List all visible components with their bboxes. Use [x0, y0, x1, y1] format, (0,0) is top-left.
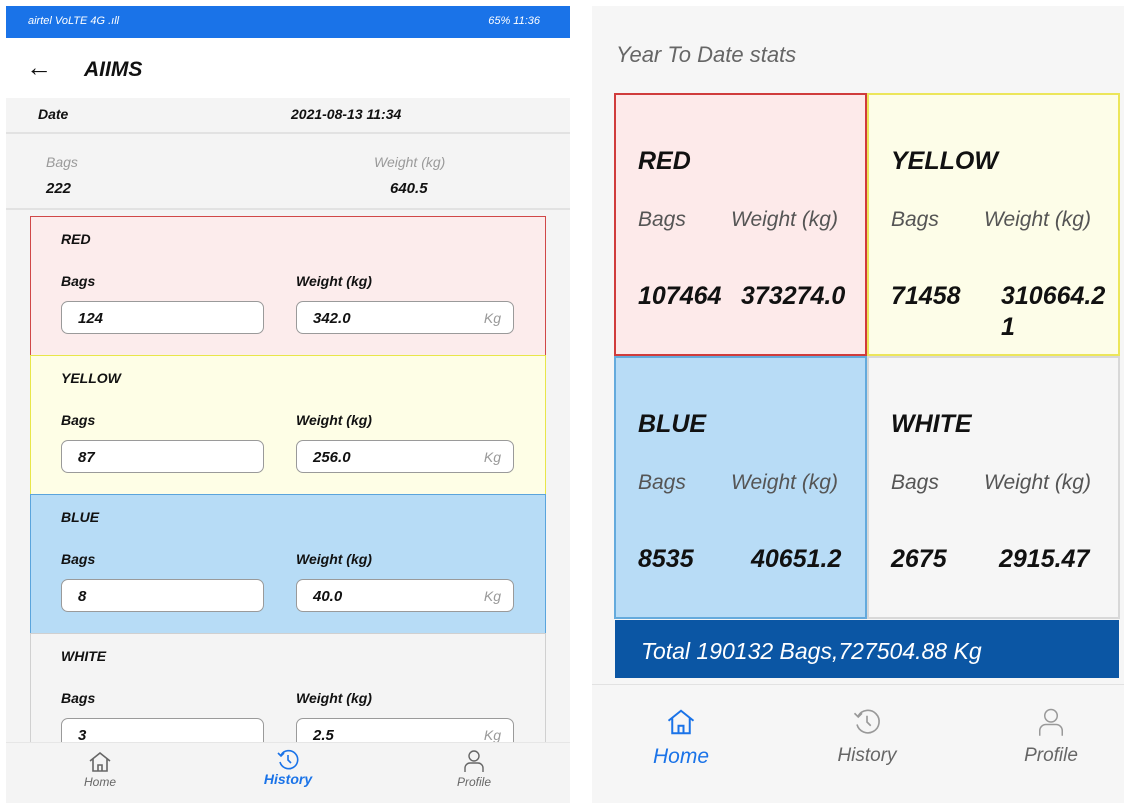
bags-value: 124 — [78, 310, 104, 327]
history-icon — [853, 709, 880, 734]
profile-icon — [1039, 708, 1063, 736]
bags-label: Bags — [891, 208, 939, 231]
bags-label: Bags — [61, 551, 96, 567]
weight-label: Weight (kg) — [731, 471, 838, 494]
weight-label: Weight (kg) — [984, 208, 1091, 231]
category-card-blue: BLUE Bags Weight (kg) 8 40.0 Kg — [30, 494, 546, 634]
weight-label: Weight (kg) — [984, 471, 1091, 494]
bags-label: Bags — [638, 208, 686, 231]
weight-value: 342.0 — [313, 310, 351, 327]
status-bar: airtel VoLTE 4G .ıll 65% 11:36 — [6, 6, 570, 38]
total-weight-value: 640.5 — [390, 180, 428, 197]
history-detail-screen: airtel VoLTE 4G .ıll 65% 11:36 ← AIIMS D… — [6, 6, 570, 803]
divider — [6, 132, 570, 134]
divider — [6, 208, 570, 210]
tile-name: BLUE — [638, 410, 707, 438]
nav-home-label: Home — [652, 745, 710, 768]
bags-value: 8535 — [638, 545, 694, 573]
bags-value: 2675 — [891, 545, 947, 573]
nav-profile[interactable]: Profile — [442, 749, 506, 791]
category-name: WHITE — [61, 648, 107, 664]
history-icon — [277, 749, 299, 770]
weight-input[interactable]: 342.0 Kg — [296, 301, 514, 334]
weight-value: 373274.0 — [741, 282, 846, 310]
profile-icon — [464, 750, 484, 772]
bags-value: 71458 — [891, 282, 961, 310]
ytd-title: Year To Date stats — [616, 42, 797, 67]
weight-value: 2915.47 — [999, 545, 1090, 573]
category-card-yellow: YELLOW Bags Weight (kg) 87 256.0 Kg — [30, 355, 546, 495]
category-name: BLUE — [61, 509, 100, 525]
total-summary-bar: Total 190132 Bags,727504.88 Kg — [615, 620, 1119, 678]
home-icon — [667, 709, 695, 735]
weight-label: Weight (kg) — [296, 273, 372, 289]
nav-home-label: Home — [83, 775, 116, 789]
battery-clock: 65% 11:36 — [488, 15, 540, 27]
bottom-navigation: Home History Profile — [592, 684, 1124, 803]
bags-value: 87 — [78, 449, 95, 466]
nav-home[interactable]: Home — [636, 707, 726, 769]
ytd-tile-yellow: YELLOW Bags Weight (kg) 71458 310664.21 — [867, 93, 1120, 356]
weight-label: Weight (kg) — [296, 412, 372, 428]
ytd-stats-screen: Year To Date stats RED Bags Weight (kg) … — [592, 6, 1124, 803]
weight-label: Weight (kg) — [374, 154, 446, 170]
weight-label: Weight (kg) — [731, 208, 838, 231]
bags-value: 107464 — [638, 282, 722, 310]
nav-profile-label: Profile — [1024, 745, 1078, 766]
bags-label: Bags — [61, 690, 96, 706]
tile-name: RED — [638, 147, 691, 175]
bags-label: Bags — [891, 471, 939, 494]
weight-value: 40651.2 — [751, 545, 842, 573]
carrier-signal: airtel VoLTE 4G .ıll — [28, 15, 120, 27]
weight-input[interactable]: 40.0 Kg — [296, 579, 514, 612]
unit-suffix: Kg — [483, 310, 501, 326]
bags-label: Bags — [61, 273, 96, 289]
weight-label: Weight (kg) — [296, 551, 372, 567]
tile-name: WHITE — [891, 410, 972, 438]
bags-label: Bags — [61, 412, 96, 428]
category-name: YELLOW — [61, 370, 121, 386]
nav-profile[interactable]: Profile — [1006, 707, 1096, 767]
bags-input[interactable]: 124 — [61, 301, 264, 334]
nav-home[interactable]: Home — [70, 751, 130, 791]
unit-suffix: Kg — [483, 588, 501, 604]
nav-history[interactable]: History — [250, 749, 326, 789]
home-icon — [89, 751, 111, 772]
page-title: AIIMS — [84, 58, 143, 81]
bottom-navigation: Home History Profile — [6, 742, 570, 803]
weight-value: 40.0 — [313, 588, 343, 605]
weight-input[interactable]: 256.0 Kg — [296, 440, 514, 473]
category-card-red: RED Bags Weight (kg) 124 342.0 Kg — [30, 216, 546, 356]
date-label: Date — [38, 106, 69, 122]
tile-name: YELLOW — [891, 147, 998, 175]
bags-label: Bags — [46, 154, 78, 170]
app-bar: ← AIIMS — [6, 38, 570, 98]
nav-profile-label: Profile — [456, 775, 491, 789]
total-bags-value: 222 — [46, 180, 72, 197]
ytd-tile-blue: BLUE Bags Weight (kg) 8535 40651.2 — [614, 356, 867, 619]
nav-history[interactable]: History — [822, 707, 912, 767]
bags-input[interactable]: 8 — [61, 579, 264, 612]
nav-history-label: History — [837, 745, 897, 766]
bags-value: 8 — [78, 588, 87, 605]
date-value: 2021-08-13 11:34 — [291, 106, 402, 122]
bags-input[interactable]: 87 — [61, 440, 264, 473]
bags-label: Bags — [638, 471, 686, 494]
summary-section: Date 2021-08-13 11:34 Bags Weight (kg) 2… — [6, 98, 570, 210]
unit-suffix: Kg — [483, 727, 501, 743]
ytd-tile-white: WHITE Bags Weight (kg) 2675 2915.47 — [867, 356, 1120, 619]
weight-label: Weight (kg) — [296, 690, 372, 706]
back-arrow-icon[interactable]: ← — [26, 54, 52, 80]
weight-value: 310664.21 — [1001, 282, 1106, 341]
unit-suffix: Kg — [483, 449, 501, 465]
nav-history-label: History — [263, 771, 313, 787]
category-name: RED — [61, 231, 91, 247]
ytd-tile-red: RED Bags Weight (kg) 107464 373274.0 — [614, 93, 867, 356]
weight-value: 256.0 — [313, 449, 351, 466]
